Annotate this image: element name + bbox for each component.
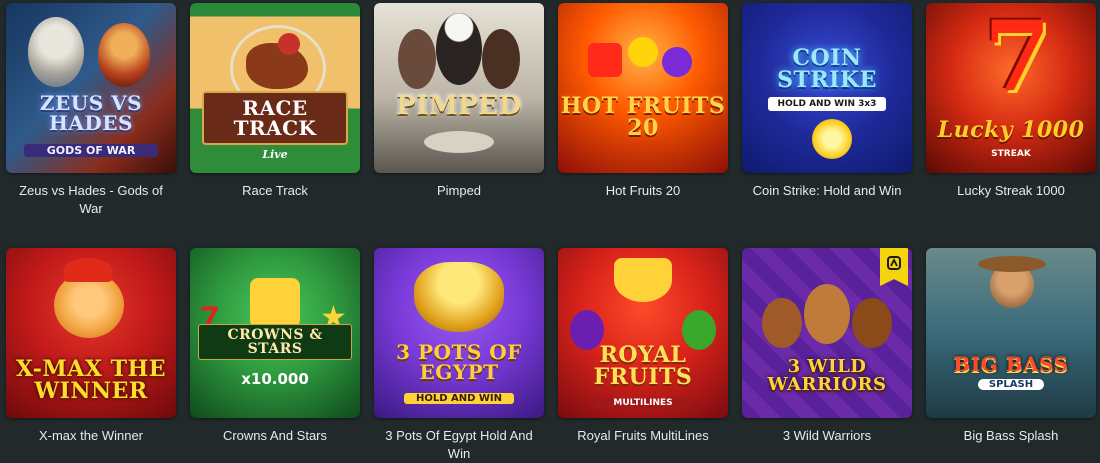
pimped-art-icon (374, 3, 544, 173)
game-card-pimped[interactable]: PIMPED Pimped (374, 3, 544, 200)
game-thumbnail[interactable]: RACE TRACK Live (190, 3, 360, 173)
game-logo-subtitle: Live (262, 148, 288, 161)
game-card-race-track[interactable]: RACE TRACK Live Race Track (190, 3, 360, 200)
game-thumbnail[interactable]: 7 ★ CROWNS & STARS x10.000 (190, 248, 360, 418)
game-title[interactable]: 3 Pots Of Egypt Hold And Win (374, 427, 544, 463)
game-card-lucky-streak-1000[interactable]: 7 Lucky 1000 STREAK Lucky Streak 1000 (926, 3, 1096, 200)
game-logo-subtitle: HOLD AND WIN (404, 393, 514, 404)
game-title[interactable]: X-max the Winner (6, 427, 176, 445)
game-logo-text: HOT FRUITS 20 (560, 93, 726, 141)
game-logo-text: 3 POTS OF EGYPT (396, 340, 522, 384)
game-title[interactable]: Hot Fruits 20 (558, 182, 728, 200)
big-bass-art-icon (926, 248, 1096, 418)
game-card-zeus-vs-hades[interactable]: ZEUS VS HADES GODS OF WAR Zeus vs Hades … (6, 3, 176, 218)
game-card-crowns-and-stars[interactable]: 7 ★ CROWNS & STARS x10.000 Crowns And St… (190, 248, 360, 445)
game-thumbnail[interactable]: BIG BASS SPLASH (926, 248, 1096, 418)
game-card-xmax-the-winner[interactable]: X-MAX THE WINNER X-max the Winner (6, 248, 176, 445)
game-thumbnail[interactable]: PIMPED (374, 3, 544, 173)
game-logo-text: PIMPED (396, 91, 522, 121)
game-thumbnail[interactable]: 3 POTS OF EGYPT HOLD AND WIN (374, 248, 544, 418)
game-logo-subtitle: HOLD AND WIN 3x3 (768, 97, 886, 111)
game-logo-subtitle: x10.000 (241, 370, 309, 388)
game-card-royal-fruits[interactable]: ROYAL FRUITS MULTILINES Royal Fruits Mul… (558, 248, 728, 445)
game-logo-text: ZEUS VS HADES (39, 91, 143, 135)
royal-fruits-art-icon (558, 248, 728, 418)
game-title[interactable]: Race Track (190, 182, 360, 200)
game-title[interactable]: Pimped (374, 182, 544, 200)
game-card-big-bass-splash[interactable]: BIG BASS SPLASH Big Bass Splash (926, 248, 1096, 445)
game-logo-text: BIG BASS (953, 352, 1069, 376)
game-title[interactable]: Coin Strike: Hold and Win (742, 182, 912, 200)
game-grid: ZEUS VS HADES GODS OF WAR Zeus vs Hades … (0, 0, 1100, 463)
game-logo-subtitle: SPLASH (978, 379, 1044, 390)
badge-symbol-icon (887, 256, 901, 270)
game-thumbnail[interactable]: COIN STRIKE HOLD AND WIN 3x3 (742, 3, 912, 173)
game-logo-subtitle: STREAK (991, 149, 1031, 159)
game-thumbnail[interactable]: ZEUS VS HADES GODS OF WAR (6, 3, 176, 173)
game-card-3-wild-warriors[interactable]: 3 WILD WARRIORS 3 Wild Warriors (742, 248, 912, 445)
game-title[interactable]: Lucky Streak 1000 (926, 182, 1096, 200)
game-title[interactable]: Big Bass Splash (926, 427, 1096, 445)
game-card-3-pots-of-egypt[interactable]: 3 POTS OF EGYPT HOLD AND WIN 3 Pots Of E… (374, 248, 544, 463)
lucky-seven-art-icon: 7 (984, 3, 1051, 113)
game-thumbnail[interactable]: HOT FRUITS 20 (558, 3, 728, 173)
game-thumbnail[interactable]: 3 WILD WARRIORS (742, 248, 912, 418)
game-card-hot-fruits-20[interactable]: HOT FRUITS 20 Hot Fruits 20 (558, 3, 728, 200)
game-thumbnail[interactable]: X-MAX THE WINNER (6, 248, 176, 418)
game-card-coin-strike[interactable]: COIN STRIKE HOLD AND WIN 3x3 Coin Strike… (742, 3, 912, 200)
game-logo-text: RACE TRACK (202, 91, 348, 145)
game-logo-text: X-MAX THE WINNER (16, 356, 166, 404)
game-logo-text: COIN STRIKE (777, 45, 877, 93)
game-logo-subtitle: MULTILINES (594, 398, 692, 408)
game-title[interactable]: Zeus vs Hades - Gods of War (6, 182, 176, 218)
game-logo-subtitle: GODS OF WAR (24, 144, 158, 157)
game-thumbnail[interactable]: ROYAL FRUITS MULTILINES (558, 248, 728, 418)
game-logo-text: CROWNS & STARS (198, 324, 352, 360)
game-logo-text: ROYAL FRUITS (593, 342, 693, 390)
hot-fruits-art-icon (558, 3, 728, 173)
game-logo-text: 3 WILD WARRIORS (767, 356, 887, 395)
game-title[interactable]: Crowns And Stars (190, 427, 360, 445)
game-title[interactable]: Royal Fruits MultiLines (558, 427, 728, 445)
game-thumbnail[interactable]: 7 Lucky 1000 STREAK (926, 3, 1096, 173)
game-title[interactable]: 3 Wild Warriors (742, 427, 912, 445)
game-logo-text: Lucky 1000 (937, 117, 1085, 143)
